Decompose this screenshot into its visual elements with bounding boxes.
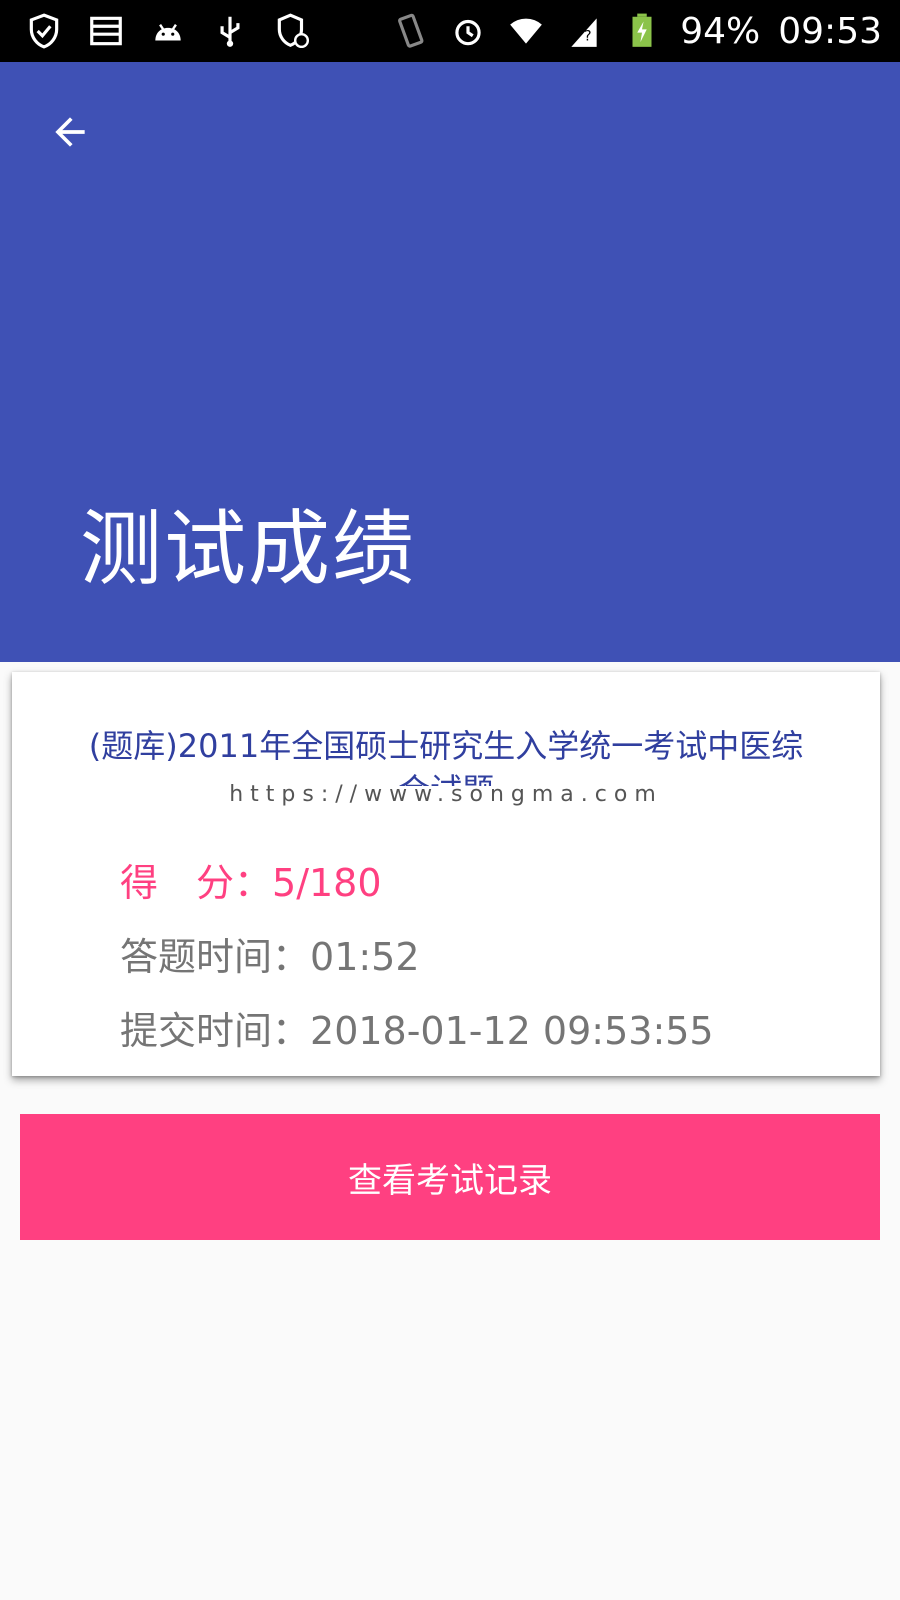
shield-sync-icon — [272, 11, 312, 51]
vibrate-icon — [390, 11, 430, 51]
svg-text:?: ? — [584, 28, 592, 44]
score-value: 5/180 — [272, 861, 382, 905]
page-title: 测试成绩 — [80, 502, 417, 597]
android-icon — [148, 11, 188, 51]
status-bar-right: ? 94% 09:53 — [390, 11, 882, 52]
battery-charging-icon — [622, 11, 662, 51]
answer-time-value: 01:52 — [310, 935, 420, 979]
usb-icon — [210, 11, 250, 51]
storage-icon — [86, 11, 126, 51]
battery-percent: 94% — [680, 10, 761, 52]
answer-time-row: 答题时间：01:52 — [120, 926, 420, 981]
shield-check-icon — [24, 11, 64, 51]
clock: 09:53 — [778, 10, 882, 52]
score-row: 得 分：5/180 — [120, 852, 382, 907]
sim-unknown-icon: ? — [564, 11, 604, 51]
back-button[interactable] — [40, 102, 100, 162]
arrow-back-icon — [55, 117, 85, 147]
status-bar: ? 94% 09:53 — [0, 0, 900, 62]
alarm-icon — [448, 11, 488, 51]
view-exam-records-button[interactable]: 查看考试记录 — [20, 1114, 880, 1240]
submit-time-label: 提交时间： — [120, 1009, 311, 1053]
status-bar-left — [24, 11, 312, 51]
wifi-icon — [506, 11, 546, 51]
app-header: 测试成绩 — [0, 62, 900, 662]
result-card: (题库)2011年全国硕士研究生入学统一考试中医综 合试题 https://ww… — [12, 672, 880, 1076]
submit-time-row: 提交时间：2018-01-12 09:53:55 — [120, 1000, 714, 1055]
score-label: 得 分： — [120, 861, 273, 905]
answer-time-label: 答题时间： — [120, 935, 311, 979]
watermark-text: https://www.songma.com — [229, 782, 663, 807]
submit-time-value: 2018-01-12 09:53:55 — [310, 1009, 714, 1053]
